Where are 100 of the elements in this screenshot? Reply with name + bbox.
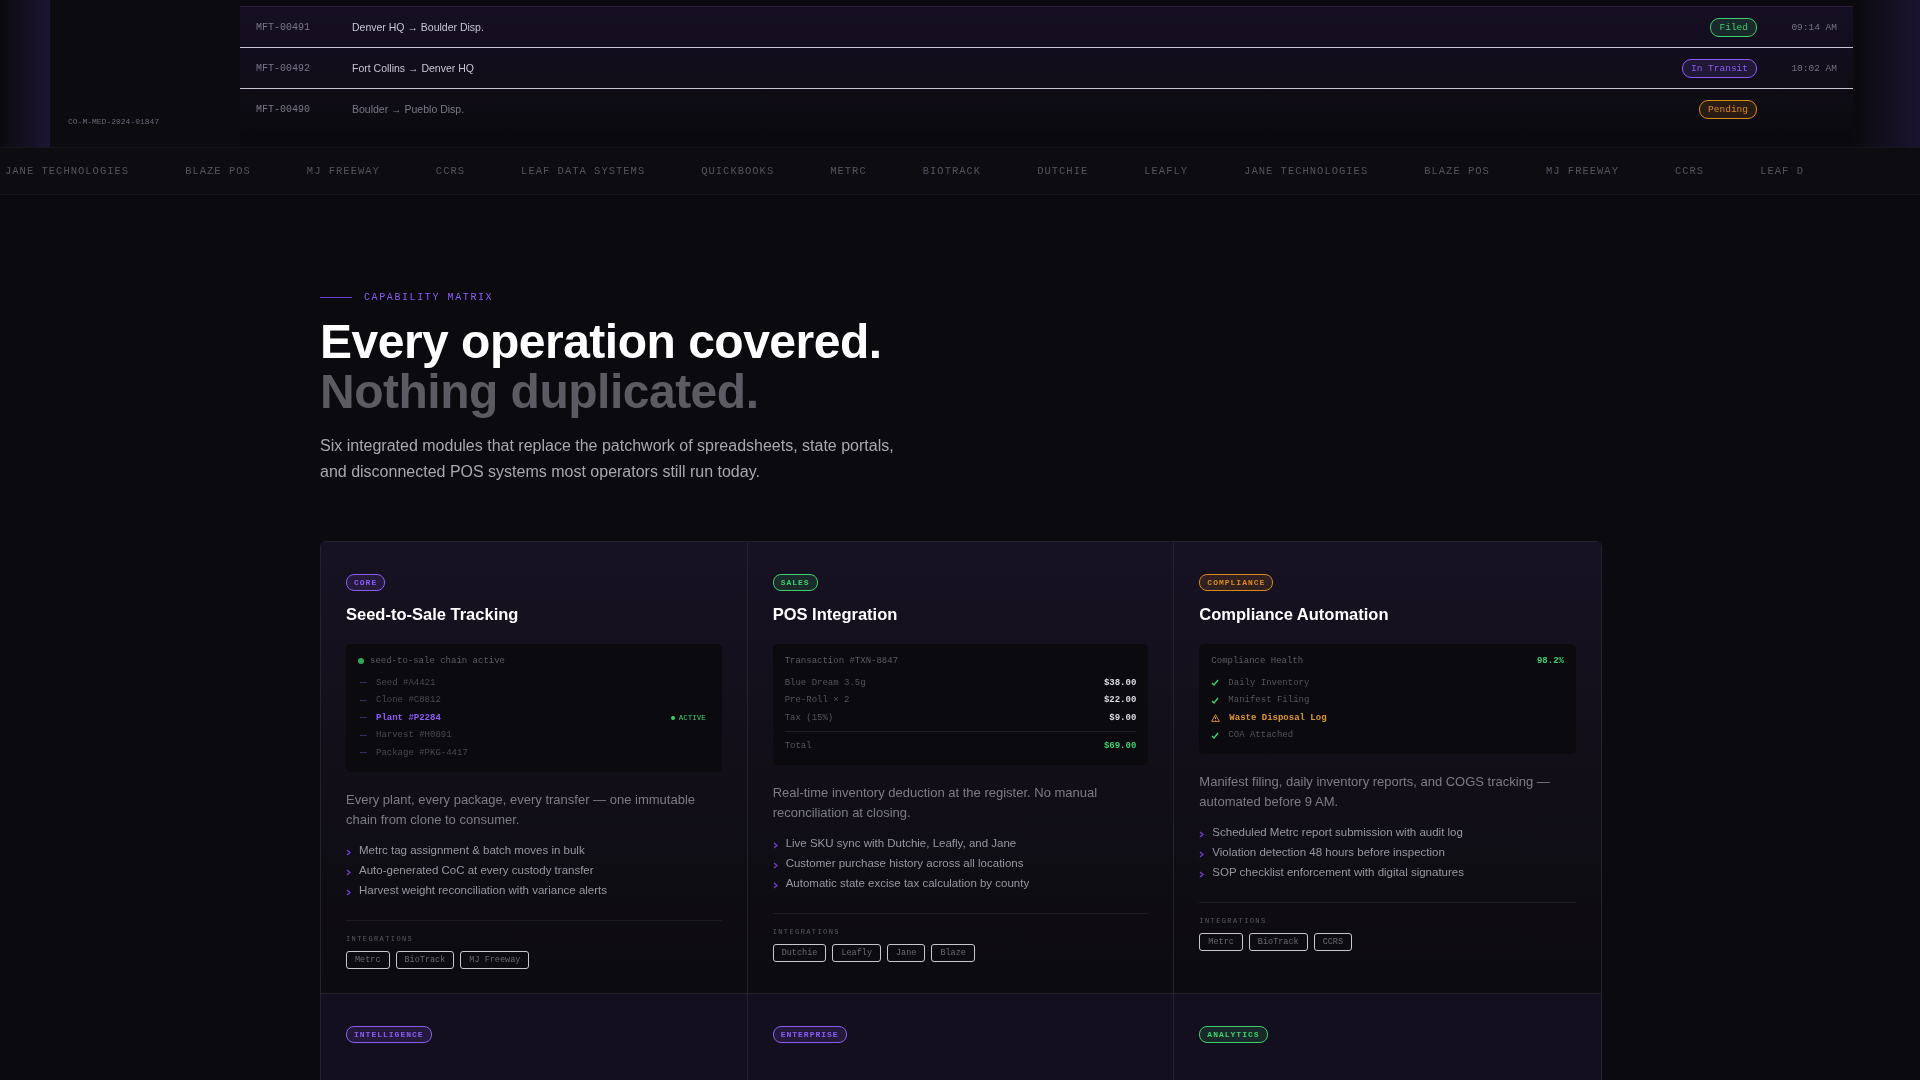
integration-tag: CCRS bbox=[1313, 933, 1353, 951]
partner-name: METRC bbox=[830, 165, 867, 177]
partner-name: DUTCHIE bbox=[1037, 165, 1089, 177]
module-tag: CORE bbox=[346, 574, 386, 591]
integration-tag: Metrc bbox=[346, 950, 390, 969]
partner-name: BLAZE POS bbox=[1424, 165, 1490, 177]
partner-name: CCRS bbox=[435, 165, 466, 177]
feature-item: Metrc tag assignment & batch moves in bulk bbox=[359, 843, 585, 856]
section-title: Every operation covered. bbox=[320, 317, 883, 367]
feature-item: Violation detection 48 hours before inspection bbox=[1212, 846, 1445, 858]
partner-name: LEAF DATA SYSTEMS bbox=[521, 165, 646, 177]
integration-tag: Leafly bbox=[832, 944, 881, 962]
receipt-label: Total bbox=[784, 741, 812, 752]
panel-header: Compliance Health bbox=[1211, 656, 1304, 666]
receipt-label: Pre-Roll × 2 bbox=[784, 695, 850, 706]
section-description: Six integrated modules that replace the patchwork of spreadsheets, state portals, and disconnected POS systems most operators still run today. bbox=[320, 436, 895, 482]
integration-tag: MJ Freeway bbox=[460, 950, 530, 969]
chevron-icon bbox=[1199, 831, 1205, 838]
manifest-id: MFT-00490 bbox=[256, 103, 311, 115]
manifest-route: Boulder → Pueblo Disp. bbox=[352, 103, 466, 115]
receipt-amount: $9.00 bbox=[1109, 712, 1137, 723]
chevron-icon bbox=[346, 888, 351, 896]
section-subtitle: Nothing duplicated. bbox=[320, 367, 760, 417]
partner-name: BLAZE POS bbox=[185, 165, 251, 177]
manifest-id: MFT-00491 bbox=[256, 21, 311, 33]
check-item: Manifest Filing bbox=[1228, 695, 1310, 706]
dash-icon bbox=[360, 734, 367, 736]
feature-item: Harvest weight reconciliation with variance alerts bbox=[359, 883, 607, 896]
integration-tag: Dutchie bbox=[772, 944, 827, 962]
module-title: Compliance Automation bbox=[1199, 605, 1389, 624]
module-tag: SALES bbox=[772, 574, 818, 591]
module-tag: ANALYTICS bbox=[1199, 1025, 1268, 1043]
health-score: 98.2% bbox=[1536, 656, 1564, 666]
chain-step: Seed #A4421 bbox=[376, 677, 436, 688]
section-eyebrow: CAPABILITY MATRIX bbox=[364, 292, 494, 303]
chevron-icon bbox=[1199, 871, 1205, 878]
chain-step: Plant #P2284 bbox=[376, 712, 441, 723]
module-description: Manifest filing, daily inventory reports, and COGS tracking — automated before 9 AM. bbox=[1199, 773, 1551, 811]
integration-tag: BioTrack bbox=[395, 950, 455, 969]
module-tag: ENTERPRISE bbox=[772, 1025, 847, 1043]
chevron-icon bbox=[1199, 851, 1205, 858]
partner-name: BIOTRACK bbox=[922, 165, 982, 177]
integration-tag: BioTrack bbox=[1248, 933, 1308, 951]
receipt-amount: $69.00 bbox=[1103, 741, 1137, 752]
module-tag: INTELLIGENCE bbox=[346, 1025, 432, 1043]
receipt-label: Blue Dream 3.5g bbox=[784, 677, 866, 688]
feature-item: Scheduled Metrc report submission with audit log bbox=[1212, 826, 1463, 838]
module-description: Real-time inventory deduction at the register. No manual reconciliation at closing. bbox=[772, 784, 1099, 822]
integration-tag: Blaze bbox=[931, 944, 975, 962]
module-title: Seed-to-Sale Tracking bbox=[346, 605, 519, 624]
manifest-time: 10:02 AM bbox=[1790, 62, 1837, 74]
module-tag: COMPLIANCE bbox=[1199, 574, 1274, 591]
partner-name: CCRS bbox=[1674, 165, 1705, 177]
partner-name: LEAFLY bbox=[1144, 165, 1189, 177]
manifest-route: Denver HQ → Boulder Disp. bbox=[352, 21, 485, 33]
receipt-label: Tax (15%) bbox=[784, 712, 834, 723]
check-item: Daily Inventory bbox=[1228, 677, 1310, 688]
partner-name: JANE TECHNOLOGIES bbox=[5, 165, 130, 177]
partner-name: JANE TECHNOLOGIES bbox=[1244, 165, 1369, 177]
module-description: Every plant, every package, every transfer — one immutable chain from clone to consumer. bbox=[346, 790, 696, 829]
partner-name: LEAF D bbox=[1760, 165, 1804, 177]
warning-icon bbox=[1211, 713, 1221, 722]
receipt-amount: $22.00 bbox=[1103, 695, 1137, 706]
license-number: CO-M-MED-2024-01847 bbox=[68, 117, 160, 126]
panel-header: seed-to-sale chain active bbox=[370, 656, 506, 666]
status-badge: In Transit bbox=[1682, 58, 1757, 78]
chevron-icon bbox=[772, 842, 778, 849]
feature-item: SOP checklist enforcement with digital signatures bbox=[1212, 866, 1464, 878]
chain-step: Harvest #H0891 bbox=[376, 730, 452, 741]
dash-icon bbox=[360, 752, 367, 754]
chevron-icon bbox=[346, 848, 351, 856]
check-item: COA Attached bbox=[1228, 730, 1294, 741]
manifest-route: Fort Collins → Denver HQ bbox=[352, 62, 475, 74]
partner-name: MJ FREEWAY bbox=[306, 165, 380, 177]
partner-name: MJ FREEWAY bbox=[1545, 165, 1619, 177]
partner-name: QUICKBOOKS bbox=[701, 165, 775, 177]
integration-tag: Metrc bbox=[1199, 933, 1243, 951]
chevron-icon bbox=[772, 882, 778, 889]
feature-item: Auto-generated CoC at every custody transfer bbox=[359, 863, 594, 876]
status-badge: Filed bbox=[1710, 17, 1757, 37]
dash-icon bbox=[360, 699, 367, 701]
feature-item: Live SKU sync with Dutchie, Leafly, and Jane bbox=[785, 837, 1017, 849]
manifest-id: MFT-00492 bbox=[256, 62, 311, 74]
module-title: POS Integration bbox=[772, 605, 898, 624]
chevron-icon bbox=[772, 862, 778, 869]
check-item: Waste Disposal Log bbox=[1229, 712, 1327, 723]
integration-tag: Jane bbox=[887, 944, 926, 962]
feature-item: Automatic state excise tax calculation by county bbox=[785, 877, 1030, 889]
chain-step: Clone #C8812 bbox=[376, 695, 441, 706]
chevron-icon bbox=[346, 868, 351, 876]
dash-icon bbox=[360, 717, 367, 719]
chain-step: Package #PKG-4417 bbox=[376, 747, 468, 758]
feature-item: Customer purchase history across all locations bbox=[785, 857, 1024, 869]
check-icon bbox=[1211, 731, 1220, 739]
receipt-amount: $38.00 bbox=[1103, 677, 1137, 688]
status-dot-icon bbox=[358, 658, 364, 664]
status-badge: Pending bbox=[1699, 99, 1757, 119]
status-dot-icon bbox=[670, 715, 675, 720]
manifest-time: 09:14 AM bbox=[1790, 21, 1837, 33]
dash-icon bbox=[360, 682, 367, 684]
